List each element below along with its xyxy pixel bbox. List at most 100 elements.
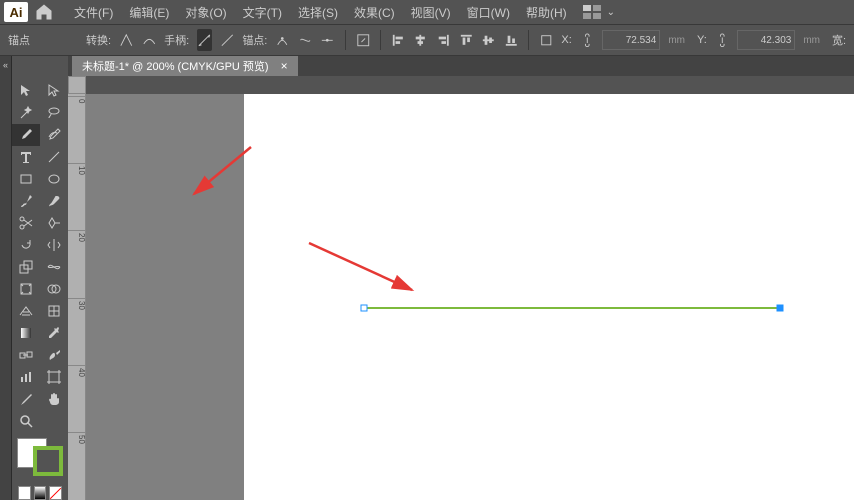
arrange-docs-icon[interactable]: ⌄ [583,5,615,19]
anchor-handle-end[interactable] [777,305,784,312]
ruler-tick: 50 [68,432,86,444]
menu-object[interactable]: 对象(O) [177,0,234,25]
blob-brush-tool[interactable] [40,190,68,212]
artboard [244,94,854,500]
align-vcenter-icon[interactable] [481,29,496,51]
close-icon[interactable]: × [281,59,288,73]
chevron-down-icon: ⌄ [607,7,615,18]
vertical-ruler[interactable]: 0 10 20 30 40 50 60 [68,94,86,500]
align-right-icon[interactable] [436,29,451,51]
collapse-icon: « [3,60,8,70]
magic-wand-tool[interactable] [12,102,40,124]
connect-icon[interactable] [298,29,313,51]
main-area: « 未标题-1* @ 200% (CMYK/GPU 预览) [0,56,854,500]
selection-tool[interactable] [12,80,40,102]
menu-select[interactable]: 选择(S) [290,0,346,25]
direct-selection-tool[interactable] [40,80,68,102]
menu-window[interactable]: 窗口(W) [459,0,518,25]
menu-view[interactable]: 视图(V) [403,0,459,25]
width-tool[interactable] [40,256,68,278]
slice-tool[interactable] [12,388,40,410]
menu-help[interactable]: 帮助(H) [518,0,575,25]
column-graph-tool[interactable] [12,366,40,388]
align-left-icon[interactable] [391,29,406,51]
free-transform-tool[interactable] [12,278,40,300]
canvas[interactable] [86,94,854,500]
handle-show-icon[interactable] [197,29,212,51]
reflect-tool[interactable] [40,234,68,256]
ruler-tick: 20 [68,230,86,242]
menu-edit[interactable]: 编辑(E) [121,0,177,25]
drawn-line[interactable] [364,307,780,309]
link-icon[interactable] [580,29,595,51]
y-input[interactable] [737,30,795,50]
zoom-tool[interactable] [12,410,40,432]
ruler-tick: 30 [68,298,86,310]
ruler-tick: 10 [68,163,86,175]
transform-icon[interactable] [539,29,554,51]
x-label: X: [561,34,571,46]
curvature-tool[interactable] [40,124,68,146]
y-label: Y: [697,34,707,46]
gradient-tool[interactable] [12,322,40,344]
none-mode[interactable] [49,486,62,500]
paintbrush-tool[interactable] [12,190,40,212]
tabbar: 未标题-1* @ 200% (CMYK/GPU 预览) × [68,56,854,76]
hand-tool[interactable] [40,388,68,410]
home-icon[interactable] [34,2,54,22]
gradient-mode[interactable] [34,486,47,500]
w-label: 宽: [832,32,846,48]
x-unit: mm [668,35,685,46]
rectangle-tool[interactable] [12,168,40,190]
perspective-grid-tool[interactable] [12,300,40,322]
convert-smooth-icon[interactable] [142,29,157,51]
menu-effect[interactable]: 效果(C) [346,0,403,25]
stroke-swatch[interactable] [33,446,63,476]
menubar: Ai 文件(F) 编辑(E) 对象(O) 文字(T) 选择(S) 效果(C) 视… [0,0,854,24]
handle-hide-icon[interactable] [220,29,235,51]
symbol-sprayer-tool[interactable] [40,344,68,366]
document-tab[interactable]: 未标题-1* @ 200% (CMYK/GPU 预览) × [72,56,298,76]
ruler-tick: 40 [68,365,86,377]
color-picker[interactable] [17,438,63,476]
artboard-tool[interactable] [40,366,68,388]
mesh-tool[interactable] [40,300,68,322]
handle-label: 手柄: [164,32,189,48]
link-icon[interactable] [715,29,730,51]
convert-corner-icon[interactable] [119,29,134,51]
scale-tool[interactable] [12,256,40,278]
blend-tool[interactable] [12,344,40,366]
ai-logo: Ai [4,2,28,22]
type-tool[interactable] [12,146,40,168]
align-hcenter-icon[interactable] [413,29,428,51]
rotate-tool[interactable] [12,234,40,256]
x-input[interactable] [602,30,660,50]
scissors-tool[interactable] [12,212,40,234]
convert-label: 转换: [86,32,111,48]
ellipse-tool[interactable] [40,168,68,190]
anchor-label2: 锚点: [242,32,267,48]
draw-mode-row [12,486,68,500]
separator [380,30,381,50]
separator [528,30,529,50]
align-top-icon[interactable] [459,29,474,51]
pen-tool[interactable] [12,124,40,146]
eyedropper-tool[interactable] [40,322,68,344]
line-tool[interactable] [40,146,68,168]
menu-file[interactable]: 文件(F) [66,0,121,25]
shape-builder-tool[interactable] [40,278,68,300]
toolbox [12,56,68,500]
color-mode[interactable] [18,486,31,500]
align-bottom-icon[interactable] [504,29,519,51]
ruler-corner [68,76,86,94]
ruler-row: 80 90 10 20 0 10 20 30 40 50 60 70 [68,76,854,94]
anchor-handle-start[interactable] [361,305,368,312]
knife-tool[interactable] [40,212,68,234]
isolate-icon[interactable] [356,29,371,51]
anchor-label: 锚点 [8,32,30,48]
remove-anchor-icon[interactable] [275,29,290,51]
menu-type[interactable]: 文字(T) [235,0,290,25]
lasso-tool[interactable] [40,102,68,124]
panel-strip[interactable]: « [0,56,12,500]
cut-path-icon[interactable] [320,29,335,51]
